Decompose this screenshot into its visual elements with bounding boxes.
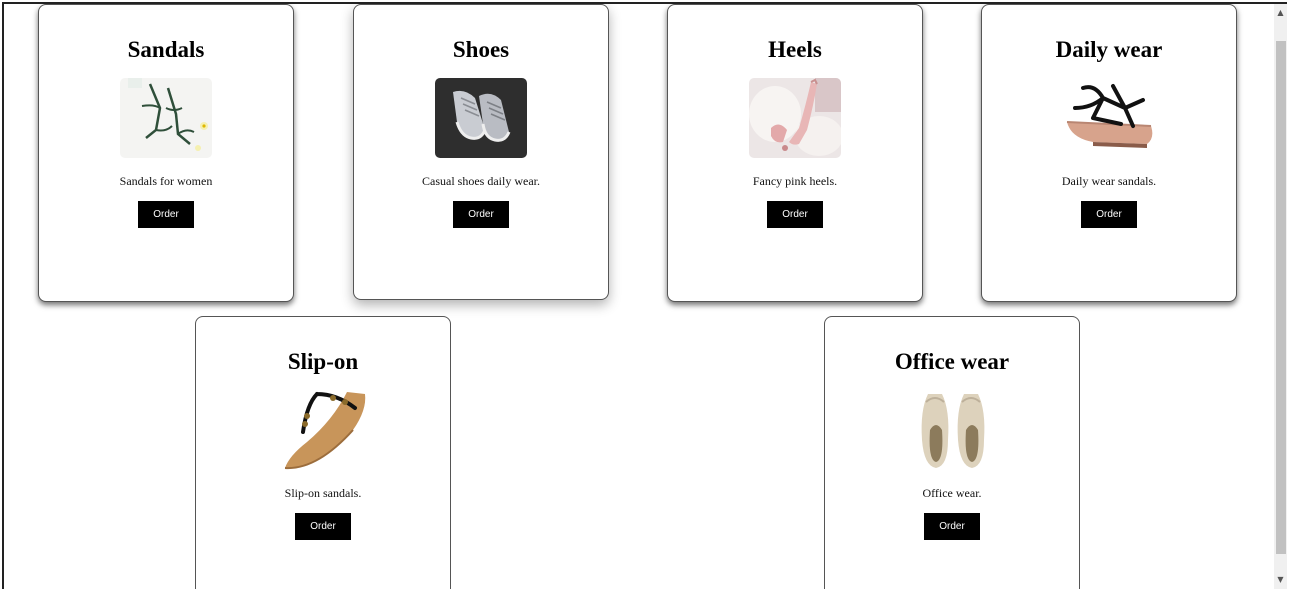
- card-description: Slip-on sandals.: [284, 486, 362, 500]
- shoes-image: [435, 78, 527, 158]
- office-wear-image: [906, 390, 998, 470]
- card-title: Sandals: [127, 37, 205, 62]
- card-title: Heels: [768, 37, 822, 62]
- scroll-up-icon[interactable]: ▲: [1274, 6, 1287, 20]
- product-card-daily-wear: Daily wear Daily wear sandals. Order: [981, 4, 1237, 302]
- daily-wear-image: [1063, 78, 1155, 158]
- card-description: Casual shoes daily wear.: [422, 174, 540, 188]
- card-description: Daily wear sandals.: [1061, 174, 1157, 188]
- order-button-slip-on[interactable]: Order: [295, 513, 351, 540]
- scroll-thumb[interactable]: [1276, 41, 1286, 554]
- product-card-slip-on: Slip-on Slip-on sandals. Order: [195, 316, 451, 589]
- card-description: Office wear.: [922, 486, 982, 500]
- product-card-sandals: Sandals Sandals for women Order: [38, 4, 294, 302]
- product-card-office-wear: Office wear Office wear. Order: [824, 316, 1080, 589]
- heels-image: [749, 78, 841, 158]
- sandals-image: [120, 78, 212, 158]
- card-description: Fancy pink heels.: [752, 174, 838, 188]
- card-title: Shoes: [452, 37, 510, 62]
- order-button-office-wear[interactable]: Order: [924, 513, 980, 540]
- order-button-sandals[interactable]: Order: [138, 201, 194, 228]
- page-viewport: Sandals Sandals for women Order Shoes Ca…: [2, 2, 1287, 589]
- card-title: Slip-on: [287, 349, 359, 374]
- order-button-shoes[interactable]: Order: [453, 201, 509, 228]
- vertical-scrollbar[interactable]: ▲ ▼: [1274, 4, 1287, 589]
- product-card-heels: Heels Fancy pink heels. Order: [667, 4, 923, 302]
- card-description: Sandals for women: [119, 174, 213, 188]
- order-button-daily-wear[interactable]: Order: [1081, 201, 1137, 228]
- card-title: Office wear: [894, 349, 1010, 374]
- scroll-down-icon[interactable]: ▼: [1274, 573, 1287, 587]
- product-card-shoes: Shoes Casual shoes daily wear. Order: [353, 4, 609, 300]
- order-button-heels[interactable]: Order: [767, 201, 823, 228]
- slip-on-image: [277, 390, 369, 470]
- card-title: Daily wear: [1055, 37, 1163, 62]
